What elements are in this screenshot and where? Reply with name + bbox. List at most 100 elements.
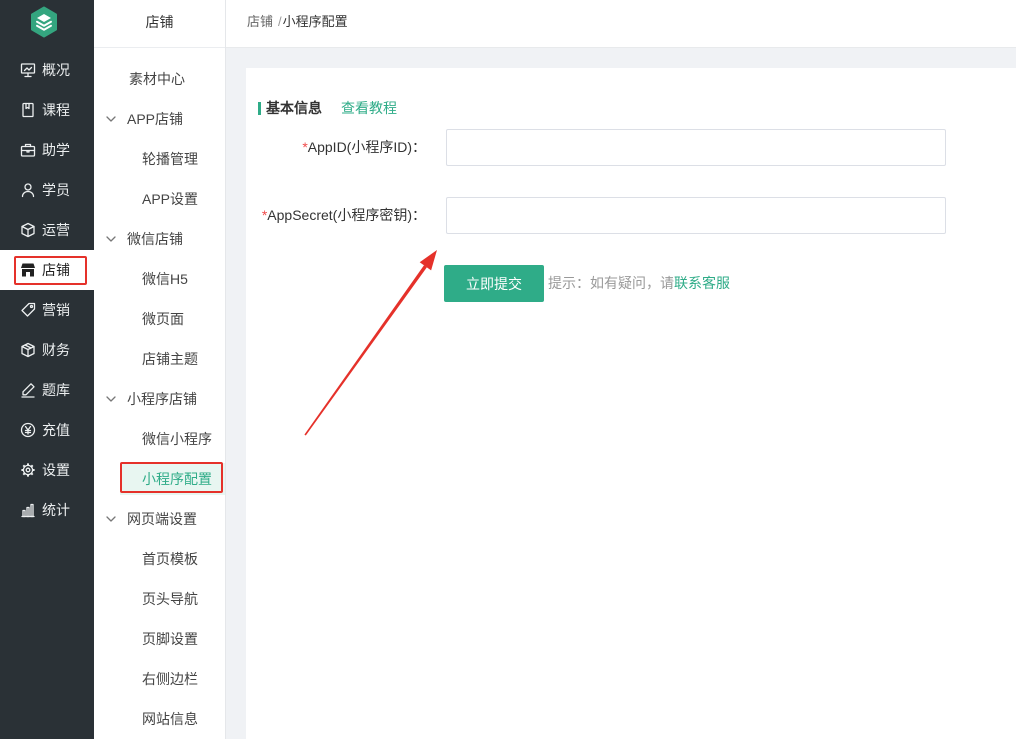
breadcrumb: 店铺 /小程序配置 [226, 0, 1016, 48]
nav-item-label: 充值 [42, 422, 70, 438]
subnav-item-store-theme[interactable]: 店铺主题 [94, 339, 225, 379]
nav-item-label: 营销 [42, 302, 70, 318]
contact-support-link[interactable]: 联系客服 [674, 275, 730, 291]
nav-item-label: 店铺 [42, 262, 70, 278]
subnav-group-label: 网页端设置 [127, 511, 197, 527]
subnav-item-label: 右侧边栏 [142, 671, 198, 687]
user-icon [20, 182, 36, 198]
subnav-item-label: 素材中心 [129, 71, 185, 87]
form-row-appid: *AppID(小程序ID)： [246, 129, 1016, 166]
appsecret-input[interactable] [446, 197, 946, 234]
subnav-group-mini-program-store[interactable]: 小程序店铺 [94, 379, 225, 419]
main-sidebar: 概况 课程 助学 学员 运营 店铺 营销 财务 题库 充值 设置 统计 [0, 0, 94, 739]
subnav-group-app-store[interactable]: APP店铺 [94, 99, 225, 139]
gear-icon [20, 462, 36, 478]
help-hint: 提示：如有疑问，请联系客服 [548, 273, 730, 293]
appid-label: *AppID(小程序ID)： [246, 129, 426, 166]
subnav-item-label: 微信H5 [142, 271, 188, 287]
sub-sidebar-menu: 素材中心 APP店铺 轮播管理 APP设置 微信店铺 微信H5 微页面 店铺主题… [94, 59, 225, 739]
appid-label-text: AppID(小程序ID)： [307, 139, 426, 155]
subnav-group-web-settings[interactable]: 网页端设置 [94, 499, 225, 539]
nav-item-operations[interactable]: 运营 [0, 210, 94, 250]
nav-item-label: 运营 [42, 222, 70, 238]
subnav-item-label: 网站信息 [142, 711, 198, 727]
subnav-group-label: APP店铺 [127, 111, 184, 127]
section-title: 基本信息 [266, 100, 322, 116]
nav-item-store[interactable]: 店铺 [0, 250, 94, 290]
appid-input[interactable] [446, 129, 946, 166]
subnav-item-right-sidebar[interactable]: 右侧边栏 [94, 659, 225, 699]
nav-item-marketing[interactable]: 营销 [0, 290, 94, 330]
subnav-item-app-settings[interactable]: APP设置 [94, 179, 225, 219]
nav-item-finance[interactable]: 财务 [0, 330, 94, 370]
nav-item-study-aid[interactable]: 助学 [0, 130, 94, 170]
section-accent-bar [258, 102, 261, 115]
nav-item-label: 题库 [42, 382, 70, 398]
subnav-item-label: 页脚设置 [142, 631, 198, 647]
submit-button[interactable]: 立即提交 [444, 265, 544, 302]
nav-item-settings[interactable]: 设置 [0, 450, 94, 490]
store-sub-sidebar: 店铺 素材中心 APP店铺 轮播管理 APP设置 微信店铺 微信H5 微页面 店… [94, 0, 226, 739]
appsecret-label-text: AppSecret(小程序密钥)： [267, 207, 426, 223]
subnav-item-label: 微页面 [142, 311, 184, 327]
subnav-item-banner-management[interactable]: 轮播管理 [94, 139, 225, 179]
layers-hexagon-icon [31, 6, 57, 38]
subnav-item-label: APP设置 [142, 191, 199, 207]
nav-item-label: 统计 [42, 502, 70, 518]
subnav-item-material-center[interactable]: 素材中心 [94, 59, 225, 99]
nav-item-label: 课程 [42, 102, 70, 118]
chevron-down-icon [106, 516, 116, 522]
chevron-down-icon [106, 236, 116, 242]
appsecret-label: *AppSecret(小程序密钥)： [246, 197, 426, 234]
subnav-group-label: 微信店铺 [127, 231, 183, 247]
breadcrumb-separator: / [278, 14, 282, 29]
subnav-item-site-info[interactable]: 网站信息 [94, 699, 225, 739]
subnav-item-label: 小程序配置 [142, 471, 212, 487]
bar-chart-icon [20, 502, 36, 518]
cube-icon [20, 222, 36, 238]
subnav-item-footer-settings[interactable]: 页脚设置 [94, 619, 225, 659]
tag-icon [20, 302, 36, 318]
subnav-item-mini-program-config[interactable]: 小程序配置 [94, 459, 225, 499]
chevron-down-icon [106, 116, 116, 122]
subnav-item-wechat-h5[interactable]: 微信H5 [94, 259, 225, 299]
nav-item-question-bank[interactable]: 题库 [0, 370, 94, 410]
pencil-icon [20, 382, 36, 398]
subnav-item-label: 店铺主题 [142, 351, 198, 367]
form-row-appsecret: *AppSecret(小程序密钥)： [246, 197, 1016, 234]
logo[interactable] [0, 0, 94, 50]
breadcrumb-root[interactable]: 店铺 [247, 14, 273, 29]
presentation-icon [20, 62, 36, 78]
subnav-item-micro-page[interactable]: 微页面 [94, 299, 225, 339]
chevron-down-icon [106, 396, 116, 402]
book-icon [20, 102, 36, 118]
subnav-item-label: 页头导航 [142, 591, 198, 607]
subnav-group-wechat-store[interactable]: 微信店铺 [94, 219, 225, 259]
nav-item-label: 助学 [42, 142, 70, 158]
nav-item-label: 设置 [42, 462, 70, 478]
breadcrumb-current: 小程序配置 [282, 14, 348, 29]
nav-item-label: 财务 [42, 342, 70, 358]
nav-item-overview[interactable]: 概况 [0, 50, 94, 90]
box-icon [20, 342, 36, 358]
subnav-item-homepage-template[interactable]: 首页模板 [94, 539, 225, 579]
subnav-item-header-nav[interactable]: 页头导航 [94, 579, 225, 619]
view-tutorial-link[interactable]: 查看教程 [341, 98, 397, 118]
nav-item-label: 学员 [42, 182, 70, 198]
nav-item-label: 概况 [42, 62, 70, 78]
subnav-item-label: 首页模板 [142, 551, 198, 567]
nav-item-students[interactable]: 学员 [0, 170, 94, 210]
yen-circle-icon [20, 422, 36, 438]
config-card: 基本信息 查看教程 *AppID(小程序ID)： *AppSecret(小程序密… [246, 68, 1016, 739]
nav-item-courses[interactable]: 课程 [0, 90, 94, 130]
subnav-item-label: 轮播管理 [142, 151, 198, 167]
nav-item-recharge[interactable]: 充值 [0, 410, 94, 450]
subnav-item-wechat-mini-program[interactable]: 微信小程序 [94, 419, 225, 459]
subnav-item-label: 微信小程序 [142, 431, 212, 447]
hint-text: 提示：如有疑问，请 [548, 275, 674, 291]
subnav-group-label: 小程序店铺 [127, 391, 197, 407]
sub-sidebar-title: 店铺 [94, 0, 225, 48]
nav-item-statistics[interactable]: 统计 [0, 490, 94, 530]
store-icon [20, 262, 36, 278]
briefcase-icon [20, 142, 36, 158]
